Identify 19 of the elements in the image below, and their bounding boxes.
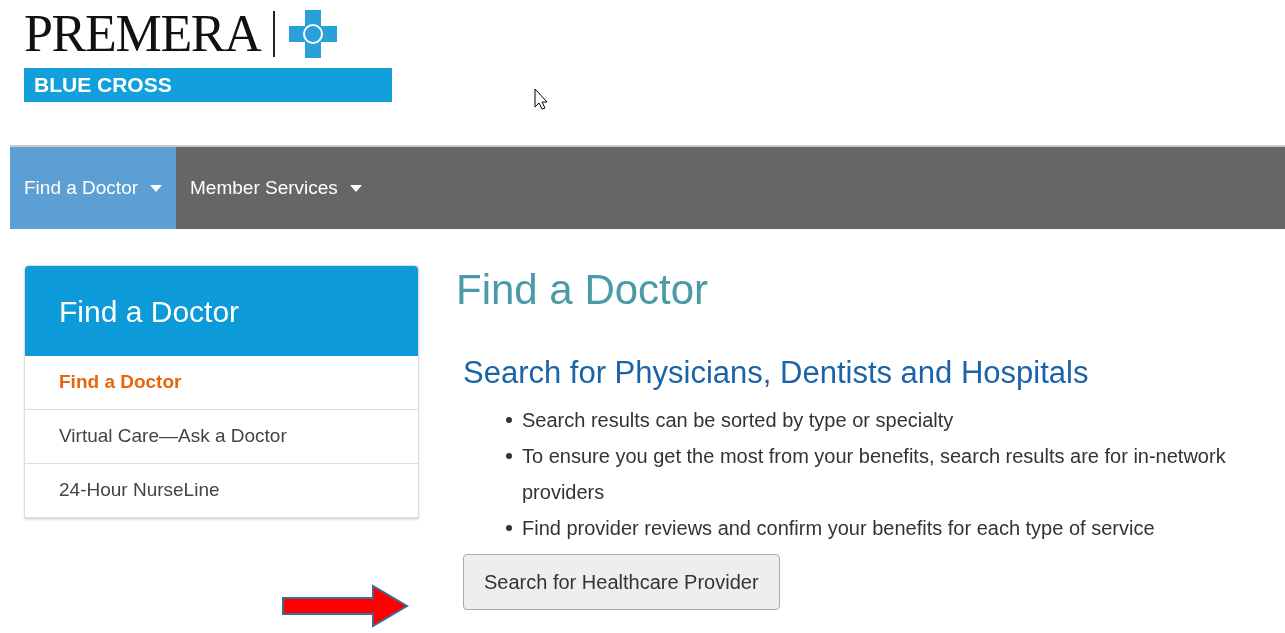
bullet-icon [506,525,512,531]
sidebar-item[interactable]: Virtual Care—Ask a Doctor [25,410,418,464]
bullet-text: To ensure you get the most from your benefits, search results are for in-network providers [522,444,1227,505]
logo-wordmark: PREMERA [24,8,261,60]
caret-icon [150,184,163,192]
sidebar-item[interactable]: 24-Hour NurseLine [25,464,418,518]
bullet-text: Find provider reviews and confirm your benefits for each type of service [522,516,1155,541]
logo-tagline: BLUE CROSS [24,68,392,102]
section-heading: Search for Physicians, Dentists and Hospitals [463,357,1090,388]
sidebar-title: Find a Doctor [25,266,418,356]
search-provider-button[interactable]: Search for Healthcare Provider [463,554,780,610]
page-title: Find a Doctor [456,269,710,311]
cross-logo-icon [286,8,339,60]
bullet-text: Search results can be sorted by type or specialty [522,408,954,433]
bullet-icon [506,453,512,459]
bullet-icon [506,417,512,423]
cursor-icon [534,88,548,110]
arrow-icon [281,584,409,628]
caret-icon [349,184,362,192]
